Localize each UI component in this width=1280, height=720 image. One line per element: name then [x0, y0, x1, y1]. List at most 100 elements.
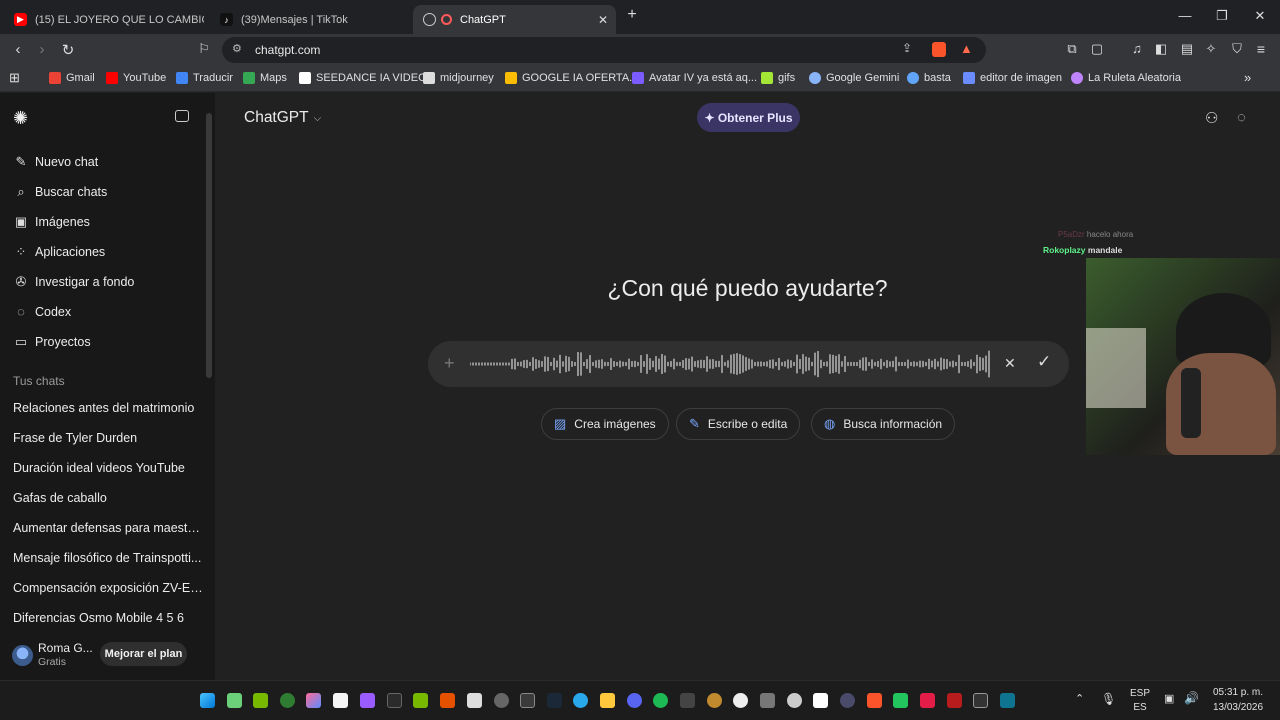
- taskbar-app-icon[interactable]: [707, 693, 722, 708]
- bookmark-gifs[interactable]: gifs: [761, 72, 795, 84]
- menu-icon[interactable]: ≡: [1252, 41, 1270, 57]
- bookmark-gemini[interactable]: Google Gemini: [809, 72, 899, 84]
- close-window-icon[interactable]: ✕: [1250, 8, 1270, 24]
- taskbar-app-icon[interactable]: [467, 693, 482, 708]
- get-plus-button[interactable]: ✦ Obtener Plus: [697, 103, 800, 132]
- voice-dictation-composer[interactable]: + ✕ ✓: [428, 341, 1069, 387]
- obs-icon[interactable]: [733, 693, 748, 708]
- sidebar-scrollbar[interactable]: [206, 113, 212, 378]
- minimize-icon[interactable]: —: [1175, 8, 1195, 23]
- music-icon[interactable]: ♫: [1128, 41, 1146, 56]
- bookmark-google-ia[interactable]: GOOGLE IA OFERTA...: [505, 72, 638, 84]
- taskbar-app-icon[interactable]: [227, 693, 242, 708]
- geforce-icon[interactable]: [413, 693, 428, 708]
- wallet-icon[interactable]: ▤: [1178, 41, 1196, 57]
- address-bar[interactable]: ⚙ chatgpt.com ⇪ ▲: [222, 37, 986, 63]
- temporary-chat-icon[interactable]: ◌: [1237, 109, 1246, 126]
- extensions-icon[interactable]: ⧉: [1063, 41, 1081, 57]
- chat-history-item[interactable]: Aumentar defensas para maestros: [13, 521, 203, 535]
- cancel-dictation-icon[interactable]: ✕: [1004, 355, 1016, 372]
- settings-icon[interactable]: [494, 693, 509, 708]
- reload-icon[interactable]: ↻: [59, 41, 77, 59]
- tray-overflow-icon[interactable]: ⌃: [1075, 692, 1084, 705]
- bookmark-icon[interactable]: ⚐: [195, 41, 213, 57]
- chat-history-item[interactable]: Frase de Tyler Durden: [13, 431, 203, 445]
- restore-icon[interactable]: ❐: [1212, 8, 1232, 24]
- new-tab-button[interactable]: +: [622, 6, 642, 24]
- microphone-icon[interactable]: 🎙: [1101, 692, 1116, 706]
- taskbar-app-icon[interactable]: [787, 693, 802, 708]
- user-name[interactable]: Roma G...: [38, 641, 93, 655]
- chat-history-item[interactable]: Mensaje filosófico de Trainspotti...: [13, 551, 203, 565]
- volume-icon[interactable]: 🔊: [1184, 691, 1199, 705]
- bookmark-traducir[interactable]: Traducir: [176, 72, 233, 84]
- tab-chatgpt[interactable]: ChatGPT ✕: [413, 5, 616, 34]
- apps-grid-icon[interactable]: ⊞: [9, 70, 20, 86]
- upgrade-plan-button[interactable]: Mejorar el plan: [100, 642, 187, 666]
- site-info-icon[interactable]: ⚙: [232, 42, 242, 55]
- taskbar-app-icon[interactable]: [813, 693, 828, 708]
- store-icon[interactable]: [333, 693, 348, 708]
- chat-history-item[interactable]: Diferencias Osmo Mobile 4 5 6: [13, 611, 203, 625]
- chat-history-item[interactable]: Gafas de caballo: [13, 491, 203, 505]
- sidebar-item-apps[interactable]: ⁘ Aplicaciones: [13, 244, 106, 260]
- taskbar-app-icon[interactable]: [840, 693, 855, 708]
- bookmark-maps[interactable]: Maps: [243, 72, 287, 84]
- sidebar-item-images[interactable]: ▣ Imágenes: [13, 214, 90, 230]
- suggestion-create-images[interactable]: ▨ Crea imágenes: [541, 408, 669, 440]
- confirm-dictation-icon[interactable]: ✓: [1037, 352, 1051, 372]
- taskbar-app-icon[interactable]: [920, 693, 935, 708]
- suggestion-search-info[interactable]: ◍ Busca información: [811, 408, 956, 440]
- suggestion-write-edit[interactable]: ✎ Escribe o edita: [676, 408, 801, 440]
- sidebar-item-new-chat[interactable]: ✎ Nuevo chat: [13, 154, 99, 170]
- bookmark-seedance[interactable]: SEEDANCE IA VIDEO: [299, 72, 427, 84]
- forward-icon[interactable]: ›: [33, 41, 51, 58]
- openai-logo-icon[interactable]: ✺: [13, 108, 28, 129]
- taskbar-app-icon[interactable]: [947, 693, 962, 708]
- sidebar-item-deep-research[interactable]: ✇ Investigar a fondo: [13, 274, 135, 290]
- bookmark-ruleta[interactable]: La Ruleta Aleatoria: [1071, 72, 1181, 84]
- play-icon[interactable]: [893, 693, 908, 708]
- epic-games-icon[interactable]: [520, 693, 535, 708]
- telegram-icon[interactable]: [573, 693, 588, 708]
- nvidia-icon[interactable]: [253, 693, 268, 708]
- add-attachment-icon[interactable]: +: [444, 353, 455, 374]
- tab-tiktok[interactable]: ♪ (39)Mensajes | TikTok: [210, 5, 410, 34]
- copilot-icon[interactable]: [306, 693, 321, 708]
- clock-time[interactable]: 05:31 p. m.: [1206, 687, 1270, 698]
- screenshot-icon[interactable]: ▢: [1088, 41, 1106, 57]
- steam-icon[interactable]: [547, 693, 562, 708]
- network-icon[interactable]: ▣: [1164, 692, 1174, 705]
- close-sidebar-icon[interactable]: [175, 110, 189, 122]
- bookmark-gmail[interactable]: Gmail: [49, 72, 95, 84]
- brave-icon[interactable]: [867, 693, 882, 708]
- share-icon[interactable]: ⇪: [902, 41, 912, 55]
- brave-rewards-icon[interactable]: ▲: [960, 41, 973, 56]
- file-explorer-icon[interactable]: [600, 693, 615, 708]
- sidebar-toggle-icon[interactable]: ◧: [1152, 41, 1170, 57]
- chat-history-item[interactable]: Compensación exposición ZV-E10: [13, 581, 203, 595]
- leo-ai-icon[interactable]: ✧: [1202, 41, 1220, 57]
- chat-history-item[interactable]: Relaciones antes del matrimonio: [13, 401, 203, 415]
- discord-icon[interactable]: [627, 693, 642, 708]
- spotify-icon[interactable]: [653, 693, 668, 708]
- more-bookmarks-icon[interactable]: »: [1244, 70, 1251, 85]
- language-indicator[interactable]: ESP: [1128, 688, 1152, 699]
- vpn-icon[interactable]: ⛉: [1228, 41, 1246, 57]
- xbox-icon[interactable]: [280, 693, 295, 708]
- taskbar-app-icon[interactable]: [1000, 693, 1015, 708]
- sidebar-item-codex[interactable]: ◌ Codex: [13, 304, 71, 319]
- sidebar-item-projects[interactable]: ▭ Proyectos: [13, 334, 91, 350]
- taskbar-app-icon[interactable]: [973, 693, 988, 708]
- tab-youtube[interactable]: ▶ (15) EL JOYERO QUE LO CAMBIÓ TOD: [4, 5, 204, 34]
- model-selector[interactable]: ChatGPT ⌵: [244, 109, 321, 127]
- camera-icon[interactable]: [760, 693, 775, 708]
- bookmark-basta[interactable]: basta: [907, 72, 951, 84]
- bookmark-editor-imagen[interactable]: editor de imagen: [963, 72, 1062, 84]
- chat-history-item[interactable]: Duración ideal videos YouTube: [13, 461, 203, 475]
- close-tab-icon[interactable]: ✕: [598, 13, 608, 27]
- taskbar-app-icon[interactable]: [360, 693, 375, 708]
- bookmark-youtube[interactable]: YouTube: [106, 72, 166, 84]
- bookmark-midjourney[interactable]: midjourney: [423, 72, 494, 84]
- brave-shields-icon[interactable]: [932, 42, 946, 57]
